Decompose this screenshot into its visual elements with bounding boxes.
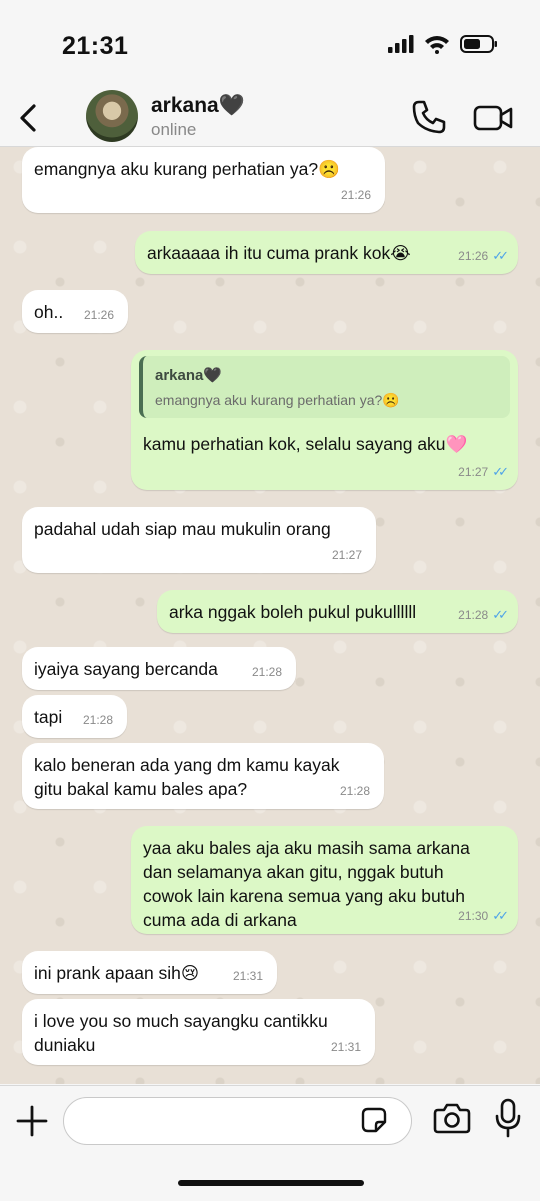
message-text: yaa aku bales aja aku masih sama arkana … [143,838,470,930]
plus-icon [16,1105,48,1137]
message-timestamp: 21:28 [251,665,282,679]
status-bar: 21:31 [0,0,540,90]
voice-message-button[interactable] [493,1098,523,1138]
read-receipt-icon: ✓✓ [492,607,509,622]
contact-avatar[interactable] [86,90,138,142]
message-time: 21:28 [83,708,113,732]
message-outgoing-reply[interactable]: arkana🖤 emangnya aku kurang perhatian ya… [131,350,518,490]
message-incoming[interactable]: oh.. 21:26 [22,290,128,333]
quoted-message[interactable]: arkana🖤 emangnya aku kurang perhatian ya… [139,356,510,418]
message-timestamp: 21:31 [232,969,263,983]
message-timestamp: 21:27 [458,465,489,479]
status-clock: 21:31 [62,32,129,60]
message-text: arka nggak boleh pukul pukullllll [169,602,417,622]
message-time: 21:27 ✓✓ [458,460,509,484]
back-button[interactable] [10,96,46,140]
message-time: 21:28 [340,779,370,803]
message-text: arkaaaaa ih itu cuma prank kok😭 [147,243,411,263]
sticker-button[interactable] [360,1106,388,1134]
message-text: padahal udah siap mau mukulin orang [34,519,331,539]
message-outgoing[interactable]: arkaaaaa ih itu cuma prank kok😭 21:26 ✓✓ [135,231,518,274]
read-receipt-icon: ✓✓ [492,464,509,479]
microphone-icon [495,1098,521,1138]
message-incoming[interactable]: tapi 21:28 [22,695,127,738]
video-call-button[interactable] [472,100,514,136]
message-incoming[interactable]: emangnya aku kurang perhatian ya?☹️ 21:2… [22,147,385,213]
message-outgoing[interactable]: yaa aku bales aja aku masih sama arkana … [131,826,518,934]
chat-header: arkana🖤 online [0,90,540,147]
message-text: i love you so much sayangku cantikku dun… [34,1011,328,1055]
status-icons [388,34,498,54]
message-outgoing[interactable]: arka nggak boleh pukul pukullllll 21:28 ✓… [157,590,518,633]
attach-button[interactable] [14,1103,50,1139]
contact-name[interactable]: arkana🖤 [151,94,245,118]
message-text: kalo beneran ada yang dm kamu kayak gitu… [34,755,340,799]
message-text: emangnya aku kurang perhatian ya?☹️ [34,159,340,179]
message-timestamp: 21:28 [339,784,370,798]
contact-status: online [151,120,197,139]
video-camera-icon [473,105,513,131]
message-incoming[interactable]: i love you so much sayangku cantikku dun… [22,999,375,1065]
message-incoming[interactable]: kalo beneran ada yang dm kamu kayak gitu… [22,743,384,809]
message-timestamp: 21:26 [83,308,114,322]
chevron-left-icon [20,104,36,132]
signal-icon [388,35,414,53]
home-indicator[interactable] [178,1180,364,1186]
message-time: 21:26 ✓✓ [458,244,509,268]
chat-area[interactable]: emangnya aku kurang perhatian ya?☹️ 21:2… [0,147,540,1084]
quoted-text: emangnya aku kurang perhatian ya?☹️ [155,392,400,408]
message-time: 21:28 ✓✓ [458,603,509,627]
message-time: 21:30 ✓✓ [458,904,509,928]
message-time: 21:31 [331,1035,361,1059]
message-time: 21:26 [341,183,371,207]
message-incoming[interactable]: ini prank apaan sih😢 21:31 [22,951,277,994]
camera-icon [433,1103,471,1134]
message-time: 21:26 [84,303,114,327]
camera-button[interactable] [433,1101,471,1135]
message-timestamp: 21:27 [331,548,362,562]
message-timestamp: 21:31 [330,1040,361,1054]
wifi-icon [425,36,449,54]
message-text: iyaiya sayang bercanda [34,659,218,679]
message-incoming[interactable]: iyaiya sayang bercanda 21:28 [22,647,296,690]
message-timestamp: 21:26 [340,188,371,202]
read-receipt-icon: ✓✓ [492,908,509,923]
sticker-icon [361,1107,387,1133]
phone-icon [412,100,446,134]
message-time: 21:27 [332,543,362,567]
battery-icon [460,35,497,53]
message-text: kamu perhatian kok, selalu sayang aku🩷 [143,434,468,454]
read-receipt-icon: ✓✓ [492,248,509,263]
message-time: 21:31 [233,964,263,988]
message-timestamp: 21:26 [458,249,489,263]
message-time: 21:28 [252,660,282,684]
message-text: ini prank apaan sih😢 [34,963,200,983]
message-timestamp: 21:28 [82,713,113,727]
message-timestamp: 21:28 [458,608,489,622]
message-timestamp: 21:30 [458,909,489,923]
quoted-sender: arkana🖤 [155,367,223,384]
voice-call-button[interactable] [410,98,448,136]
message-incoming[interactable]: padahal udah siap mau mukulin orang 21:2… [22,507,376,573]
